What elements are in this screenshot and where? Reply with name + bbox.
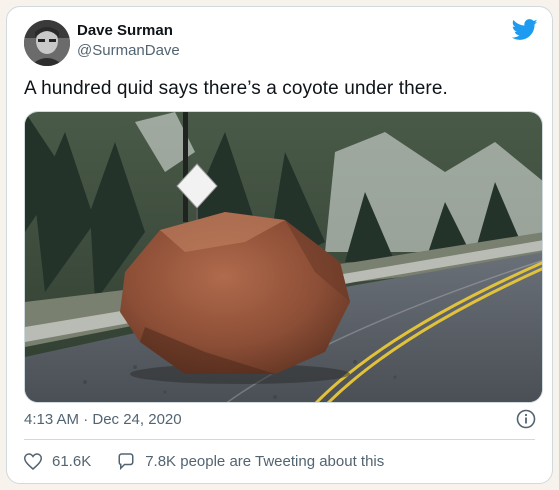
author-handle[interactable]: @SurmanDave: [77, 42, 180, 59]
divider: [24, 439, 535, 440]
info-icon[interactable]: [516, 409, 536, 429]
tweet-photo[interactable]: [24, 111, 543, 403]
like-count: 61.6K: [52, 453, 92, 470]
tweet-text: A hundred quid says there’s a coyote und…: [24, 78, 448, 99]
boulder-photo: [25, 112, 542, 402]
tweet-actions: 61.6K 7.8K people are Tweeting about thi…: [24, 453, 384, 470]
avatar[interactable]: [24, 20, 70, 66]
heart-icon: [24, 453, 42, 470]
retweets-link[interactable]: 7.8K people are Tweeting about this: [117, 453, 384, 470]
tweet-timestamp[interactable]: 4:13 AM · Dec 24, 2020: [24, 411, 182, 428]
tweet-card: Dave Surman @SurmanDave A hundred quid s…: [6, 6, 553, 484]
speech-bubble-icon: [118, 453, 134, 470]
avatar-image: [24, 20, 70, 66]
like-button[interactable]: 61.6K: [24, 453, 91, 470]
tweeting-about-text: 7.8K people are Tweeting about this: [145, 453, 385, 470]
author-display-name[interactable]: Dave Surman: [77, 22, 173, 39]
twitter-bird-icon[interactable]: [512, 19, 538, 41]
